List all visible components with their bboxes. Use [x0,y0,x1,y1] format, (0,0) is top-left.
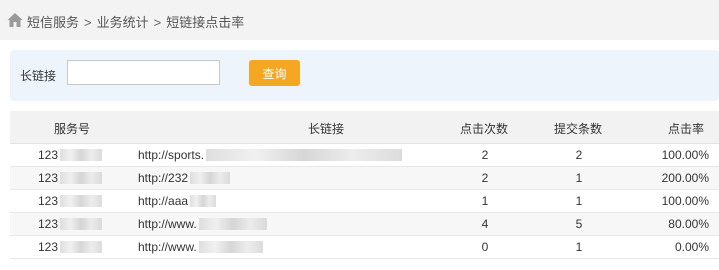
submits-cell: 1 [575,194,583,208]
redacted-blur [60,172,103,184]
redacted-blur [60,241,103,253]
long-link-cell: http://www. [138,240,263,254]
click-rate-cell: 100.00% [661,194,709,208]
submits-cell: 5 [575,217,583,231]
service-number-cell: 123 [38,171,103,185]
column-header-clicks: 点击次数 [460,122,509,136]
long-link-label: 长链接 [20,69,57,83]
clicks-cell: 2 [481,171,489,185]
redacted-blur [60,149,103,161]
table-row: 123 http://www. 0 1 0.00% [10,236,719,259]
click-rate-cell: 200.00% [661,171,709,185]
redacted-blur [198,241,263,253]
stats-table: 服务号 长链接 点击次数 提交条数 点击率 123 http://sports.… [10,111,719,259]
redacted-blur [206,149,403,161]
breadcrumb-separator: > [84,15,92,30]
long-link-cell: http://aaa [138,194,217,208]
breadcrumb-item-short-link-ctr: 短链接点击率 [166,15,245,30]
column-header-long-link: 长链接 [308,122,345,136]
column-header-submits: 提交条数 [554,122,603,136]
clicks-cell: 1 [481,194,489,208]
breadcrumb-separator: > [153,15,162,30]
long-link-cell: http://www. [138,217,267,231]
table-row: 123 http://sports. 2 2 100.00% [10,144,719,167]
submits-cell: 1 [575,240,583,254]
table-row: 123 http://www. 4 5 80.00% [10,213,719,236]
clicks-cell: 4 [481,217,489,231]
redacted-blur [198,218,267,230]
service-number-cell: 123 [38,217,103,231]
service-number-cell: 123 [38,148,103,162]
breadcrumb-item-sms-service[interactable]: 短信服务 [27,12,79,31]
long-link-cell: http://232 [138,171,231,185]
column-header-click-rate: 点击率 [668,122,705,136]
submits-cell: 2 [575,148,583,162]
table-header: 服务号 长链接 点击次数 提交条数 点击率 [10,111,719,144]
filter-panel: 长链接 查询 [10,50,719,101]
home-icon[interactable] [6,11,24,29]
click-rate-cell: 80.00% [668,217,709,231]
submits-cell: 1 [575,171,583,185]
breadcrumb: 短信服务 > 业务统计 > 短链接点击率 [0,0,719,40]
click-rate-cell: 0.00% [674,240,709,254]
query-button[interactable]: 查询 [249,60,300,86]
table-row: 123 http://aaa 1 1 100.00% [10,190,719,213]
redacted-blur [60,195,103,207]
redacted-blur [190,172,231,184]
breadcrumb-item-business-stats[interactable]: 业务统计 [97,12,149,31]
clicks-cell: 2 [481,148,489,162]
table-row: 123 http://232 2 1 200.00% [10,167,719,190]
long-link-cell: http://sports. [138,148,403,162]
clicks-cell: 0 [481,240,489,254]
service-number-cell: 123 [38,240,103,254]
column-header-service: 服务号 [54,122,91,136]
long-link-input[interactable] [67,60,220,85]
redacted-blur [60,218,103,230]
redacted-blur [190,195,217,207]
click-rate-cell: 100.00% [661,148,709,162]
service-number-cell: 123 [38,194,103,208]
